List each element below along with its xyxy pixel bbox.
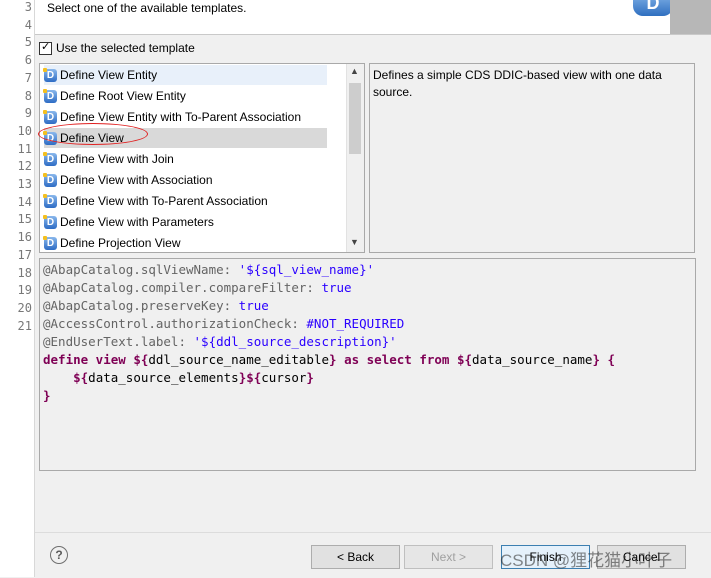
line-number: 15 — [17, 212, 32, 227]
template-item[interactable]: D Define View with Parameters — [43, 212, 334, 232]
wizard-logo-icon: D — [633, 0, 673, 16]
line-number: 20 — [17, 300, 32, 315]
code-token: }${ — [238, 370, 262, 385]
code-token: ${ — [456, 352, 473, 367]
wizard-header: Select one of the available templates. D — [35, 0, 711, 35]
code-line: @AbapCatalog.preserveKey: true — [43, 297, 692, 315]
code-line: define view ${ddl_source_name_editable} … — [43, 351, 692, 369]
scrollbar-thumb[interactable] — [349, 83, 361, 154]
ddic-template-icon: D — [43, 88, 57, 103]
code-line: } — [43, 387, 692, 405]
template-item[interactable]: D Define Root View Entity — [43, 86, 334, 106]
line-number: 18 — [17, 265, 32, 280]
code-token: @AccessControl.authorizationCheck: — [43, 316, 307, 331]
code-token: } — [306, 370, 314, 385]
ddic-template-icon: D — [43, 235, 57, 250]
code-token: @AbapCatalog.compiler.compareFilter: — [43, 280, 322, 295]
ddic-template-icon: D — [43, 67, 57, 82]
code-token: @AbapCatalog.sqlViewName: — [43, 262, 239, 277]
code-token: ${ — [133, 352, 149, 367]
code-token: as select from — [344, 352, 457, 367]
line-number: 19 — [17, 283, 32, 298]
template-description-panel: Defines a simple CDS DDIC-based view wit… — [369, 63, 695, 253]
code-token: '${sql_view_name}' — [238, 262, 375, 277]
next-button[interactable]: Next > — [404, 545, 493, 569]
code-token: } { — [592, 352, 616, 367]
scroll-up-icon[interactable]: ▲ — [350, 66, 359, 76]
code-line: @AccessControl.authorizationCheck: #NOT_… — [43, 315, 692, 333]
template-item-label: Define View with Join — [60, 152, 174, 166]
line-number: 12 — [17, 159, 32, 174]
wizard-description: Select one of the available templates. — [47, 1, 247, 15]
code-token: } — [43, 388, 51, 403]
ddic-template-icon: D — [43, 172, 57, 187]
line-number: 7 — [24, 70, 32, 85]
line-number: 17 — [17, 247, 32, 262]
template-item[interactable]: D Define View with To-Parent Association — [43, 191, 334, 211]
template-item-label: Define View with Association — [60, 173, 213, 187]
code-token: ${ — [73, 370, 89, 385]
template-list[interactable]: ▲ ▼ D Define View Entity D Define Root View… — [39, 63, 365, 253]
code-token: cursor — [261, 370, 307, 385]
line-number: 14 — [17, 194, 32, 209]
code-line: @EndUserText.label: '${ddl_source_descri… — [43, 333, 692, 351]
code-line: @AbapCatalog.compiler.compareFilter: tru… — [43, 279, 692, 297]
header-strip — [670, 0, 711, 34]
code-token: } — [329, 352, 345, 367]
scroll-down-icon[interactable]: ▼ — [350, 237, 359, 247]
template-preview: @AbapCatalog.sqlViewName: '${sql_view_na… — [39, 258, 696, 471]
editor-line-gutter: 3 4 5 6 7 8 9 10 11 12 13 14 15 16 17 18 19 20 21 — [0, 0, 35, 577]
use-template-label[interactable]: Use the selected template — [56, 41, 195, 55]
line-number: 16 — [17, 230, 32, 245]
code-line: ${data_source_elements}${cursor} — [43, 369, 692, 387]
selection-highlight-annotation — [38, 123, 148, 145]
line-number: 3 — [24, 0, 32, 14]
code-token: #NOT_REQUIRED — [306, 316, 405, 331]
back-button[interactable]: < Back — [311, 545, 400, 569]
use-template-row[interactable]: Use the selected template — [39, 40, 195, 56]
code-token: ddl_source_name_editable — [148, 352, 329, 367]
ddic-template-icon: D — [43, 109, 57, 124]
use-template-checkbox[interactable] — [39, 40, 52, 55]
template-item-label: Define Root View Entity — [60, 89, 186, 103]
line-number: 10 — [17, 123, 32, 138]
help-icon[interactable]: ? — [50, 546, 68, 564]
template-item[interactable]: D Define View Entity — [43, 65, 327, 85]
ddic-template-icon: D — [43, 214, 57, 229]
template-item[interactable]: D Define View with Association — [43, 170, 334, 190]
template-list-scrollbar[interactable]: ▲ ▼ — [346, 64, 364, 252]
line-number: 8 — [24, 88, 32, 103]
line-number: 4 — [24, 17, 32, 32]
code-token: '${ddl_source_description}' — [193, 334, 397, 349]
template-item[interactable]: D Define Projection View — [43, 233, 334, 252]
line-number: 5 — [24, 35, 32, 50]
template-item-label: Define Projection View — [60, 236, 181, 250]
code-token: @EndUserText.label: — [43, 334, 194, 349]
code-token: true — [238, 298, 269, 313]
line-number: 13 — [17, 177, 32, 191]
template-item-label: Define View Entity with To-Parent Associ… — [60, 110, 302, 124]
code-token: @AbapCatalog.preserveKey: — [43, 298, 239, 313]
template-item[interactable]: D Define View with Join — [43, 149, 334, 169]
line-number: 9 — [24, 106, 32, 121]
code-token: define view — [43, 352, 134, 367]
template-item-label: Define View Entity — [60, 68, 158, 82]
watermark: CSDN @狸花猫小叶子 — [500, 551, 673, 570]
ddic-template-icon: D — [43, 193, 57, 208]
code-line: @AbapCatalog.sqlViewName: '${sql_view_na… — [43, 261, 692, 279]
ddic-template-icon: D — [43, 151, 57, 166]
template-item-label: Define View with To-Parent Association — [60, 194, 268, 208]
code-token: true — [321, 280, 352, 295]
template-item-label: Define View with Parameters — [60, 215, 214, 229]
code-token: data_source_elements — [88, 370, 239, 385]
line-number: 11 — [17, 141, 32, 156]
line-number: 21 — [17, 318, 32, 333]
code-token: data_source_name — [472, 352, 593, 367]
line-number: 6 — [24, 53, 32, 68]
